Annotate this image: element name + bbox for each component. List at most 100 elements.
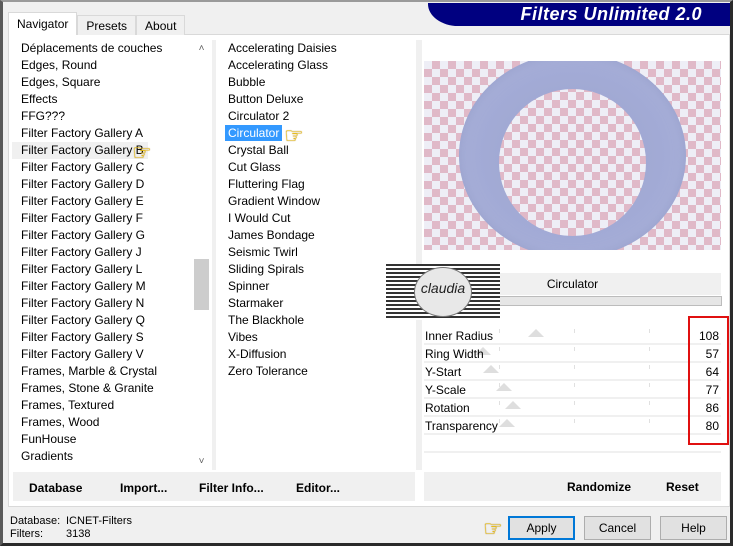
slider-tick [649, 401, 650, 405]
filters-count: 3138 [66, 528, 91, 540]
filter-item-label: Crystal Ball [228, 143, 289, 157]
filter-item-label: Spinner [228, 279, 270, 293]
category-item[interactable]: Frames, Wood [12, 414, 192, 431]
category-item-label: Frames, Stone & Granite [21, 381, 154, 395]
filter-item[interactable]: Gradient Window [225, 193, 415, 210]
category-item-label: Filter Factory Gallery M [21, 279, 146, 293]
category-item[interactable]: Frames, Textured [12, 397, 192, 414]
preview-ring-hole [499, 89, 646, 236]
category-scrollbar[interactable]: ˄ ˅ [193, 40, 210, 470]
filter-item[interactable]: Crystal Ball [225, 142, 415, 159]
scroll-up-icon[interactable]: ˄ [193, 40, 210, 57]
filter-item-label: X-Diffusion [228, 347, 287, 361]
category-item[interactable]: Filter Factory Gallery Q [12, 312, 192, 329]
category-item[interactable]: Filter Factory Gallery C [12, 159, 192, 176]
filter-item[interactable]: Vibes [225, 329, 415, 346]
filter-item[interactable]: Fluttering Flag [225, 176, 415, 193]
highlight-box [688, 316, 729, 445]
parameter-row[interactable]: Inner Radius 108 [424, 327, 721, 345]
category-item-label: Filter Factory Gallery G [21, 228, 146, 242]
reset-button[interactable]: Reset [666, 480, 699, 494]
parameter-label: Y-Scale [425, 383, 466, 397]
filter-item[interactable]: Button Deluxe [225, 91, 415, 108]
category-item[interactable]: Frames, Stone & Granite [12, 380, 192, 397]
database-button[interactable]: Database [29, 481, 82, 495]
filter-preview [424, 61, 721, 250]
tab-presets[interactable]: Presets [77, 15, 137, 35]
tab-about[interactable]: About [136, 15, 186, 35]
parameter-row[interactable]: Ring Width 57 [424, 345, 721, 363]
category-item-label: Effects [21, 92, 58, 106]
category-item[interactable]: Filter Factory Gallery G [12, 227, 192, 244]
parameter-label: Ring Width [425, 347, 484, 361]
category-item-label: Déplacements de couches [21, 41, 163, 55]
category-item-label: Frames, Textured [21, 398, 115, 412]
category-list[interactable]: Déplacements de couches Edges, Round Edges… [12, 40, 192, 470]
category-item[interactable]: Filter Factory Gallery D [12, 176, 192, 193]
filter-list[interactable]: Accelerating Daisies Accelerating Glass Bu… [225, 40, 415, 380]
slider-thumb[interactable] [499, 419, 516, 427]
category-item[interactable]: Edges, Round [12, 57, 192, 74]
database-value: ICNET-Filters [66, 515, 132, 527]
cancel-button[interactable]: Cancel [584, 516, 651, 540]
help-button[interactable]: Help [660, 516, 727, 540]
filter-item[interactable]: Bubble [225, 74, 415, 91]
category-item[interactable]: Filter Factory Gallery S [12, 329, 192, 346]
parameter-label: Rotation [425, 401, 470, 415]
filter-item[interactable]: Circulator [225, 125, 415, 142]
parameter-row[interactable]: Rotation 86 [424, 399, 721, 417]
category-item[interactable]: Filter Factory Gallery F [12, 210, 192, 227]
category-item-label: Filter Factory Gallery A [21, 126, 144, 140]
filter-item-label: Sliding Spirals [228, 262, 305, 276]
category-item[interactable]: Filter Factory Gallery N [12, 295, 192, 312]
category-item[interactable]: Filter Factory Gallery L [12, 261, 192, 278]
filter-item[interactable]: Seismic Twirl [225, 244, 415, 261]
parameter-button-bar: Randomize Reset [424, 472, 721, 501]
filter-item[interactable]: Accelerating Glass [225, 57, 415, 74]
scrollbar-thumb[interactable] [194, 259, 209, 310]
category-item[interactable]: Déplacements de couches [12, 40, 192, 57]
category-item[interactable]: Filter Factory Gallery B [12, 142, 148, 159]
filter-item-label: Circulator 2 [228, 109, 290, 123]
import-button[interactable]: Import... [120, 481, 167, 495]
slider-thumb[interactable] [496, 383, 513, 391]
filter-item[interactable]: X-Diffusion [225, 346, 415, 363]
scroll-down-icon[interactable]: ˅ [193, 453, 210, 470]
slider-tick [574, 347, 575, 351]
tab-bar: Navigator Presets About [8, 12, 186, 35]
filter-item[interactable]: Cut Glass [225, 159, 415, 176]
category-item[interactable]: FunHouse [12, 431, 192, 448]
category-item[interactable]: FFG??? [12, 108, 192, 125]
tab-navigator[interactable]: Navigator [8, 12, 78, 35]
category-item-label: Filter Factory Gallery J [21, 245, 142, 259]
parameter-row[interactable]: Y-Scale 77 [424, 381, 721, 399]
filter-item[interactable]: James Bondage [225, 227, 415, 244]
category-item[interactable]: Effects [12, 91, 192, 108]
filter-item[interactable]: I Would Cut [225, 210, 415, 227]
filter-item[interactable]: Circulator 2 [225, 108, 415, 125]
category-item[interactable]: Edges, Square [12, 74, 192, 91]
category-item[interactable]: Gradients [12, 448, 192, 465]
randomize-button[interactable]: Randomize [567, 480, 631, 494]
category-item-label: Filter Factory Gallery D [21, 177, 145, 191]
editor-button[interactable]: Editor... [296, 481, 340, 495]
filter-item[interactable]: Accelerating Daisies [225, 40, 415, 57]
category-item[interactable]: Filter Factory Gallery A [12, 125, 192, 142]
parameter-row[interactable]: Transparency 80 [424, 417, 721, 435]
slider-thumb[interactable] [505, 401, 522, 409]
filter-info-button[interactable]: Filter Info... [199, 481, 264, 495]
apply-button[interactable]: Apply [508, 516, 575, 540]
slider-thumb[interactable] [482, 365, 499, 373]
category-item[interactable]: Filter Factory Gallery J [12, 244, 192, 261]
category-item[interactable]: Frames, Marble & Crystal [12, 363, 192, 380]
category-item[interactable]: Filter Factory Gallery V [12, 346, 192, 363]
category-item-label: Filter Factory Gallery F [21, 211, 144, 225]
parameter-row[interactable]: Y-Start 64 [424, 363, 721, 381]
category-item[interactable]: Filter Factory Gallery E [12, 193, 192, 210]
category-item[interactable]: Filter Factory Gallery M [12, 278, 192, 295]
filter-item[interactable]: Zero Tolerance [225, 363, 415, 380]
slider-thumb[interactable] [528, 329, 545, 337]
filter-item-label: Button Deluxe [228, 92, 304, 106]
parameter-sliders: Inner Radius 108 Ring Width 57 Y-Start 64 Y-Sc… [424, 327, 721, 435]
filters-label: Filters: [10, 528, 43, 540]
